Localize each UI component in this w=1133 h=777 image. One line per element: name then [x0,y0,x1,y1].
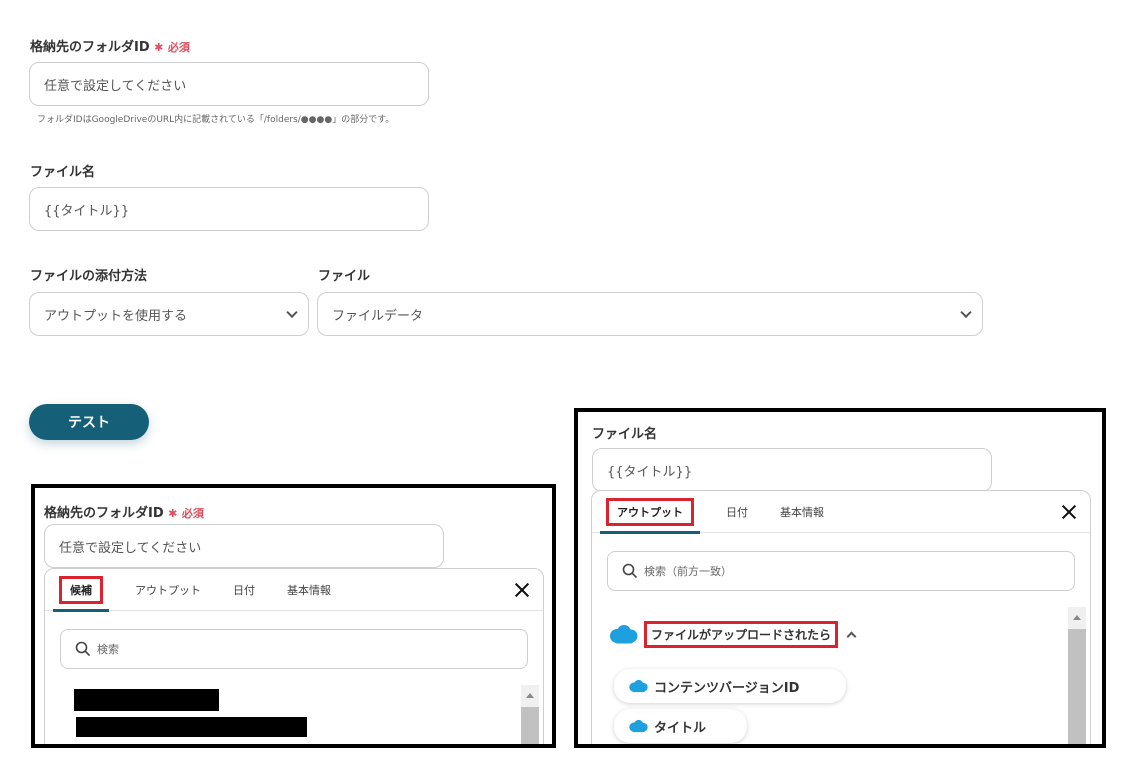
redacted-candidate [74,689,219,711]
file-name-label: ファイル名 [30,165,96,180]
tab-date[interactable]: 日付 [233,569,255,611]
chevron-down-icon [286,306,298,319]
tab-basic-info[interactable]: 基本情報 [780,491,824,533]
folder-id-hint: フォルダIDはGoogleDriveのURL内に記載されている「/folders… [37,115,395,125]
chevron-down-icon [960,306,972,319]
tab-output[interactable]: アウトプット [135,569,201,611]
required-text: 必須 [181,507,204,520]
scroll-up-icon[interactable] [526,693,534,698]
scrollbar-thumb[interactable] [1068,629,1086,744]
output-item-title[interactable]: タイトル [614,709,747,743]
file-name-input[interactable]: {{タイトル}} [29,187,429,231]
candidate-dropdown: 候補 アウトプット 日付 基本情報 検索 [44,568,544,744]
salesforce-cloud-icon [610,624,638,643]
output-search-input[interactable]: 検索（前方一致） [607,551,1075,591]
file-select[interactable]: ファイルデータ [317,292,983,336]
attach-method-select[interactable]: アウトプットを使用する [29,292,309,336]
output-dropdown: アウトプット 日付 基本情報 検索（前方一致） ファイルがアップロードされたら … [591,490,1091,744]
tab-date[interactable]: 日付 [726,491,748,533]
panel-folder-id-input[interactable]: 任意で設定してください [44,524,444,568]
salesforce-cloud-icon [629,719,648,732]
close-icon[interactable] [1060,503,1078,521]
panel-folder-id-label: 格納先のフォルダID ✱ 必須 [44,506,204,521]
required-mark: ✱ [168,507,178,520]
required-text: 必須 [167,41,190,54]
attach-method-label: ファイルの添付方法 [30,269,148,284]
panel-file-name-label: ファイル名 [592,427,658,442]
folder-id-label: 格納先のフォルダID ✱ 必須 [30,40,190,55]
panel-file-name-input[interactable]: {{タイトル}} [592,448,992,492]
dropdown-tabs: アウトプット 日付 基本情報 [592,491,1090,534]
scrollbar[interactable] [521,685,539,744]
scrollbar-thumb[interactable] [521,707,539,744]
test-button[interactable]: テスト [29,404,149,440]
file-label: ファイル [318,269,371,284]
tab-output[interactable]: アウトプット [600,491,700,534]
redacted-candidate [76,717,307,737]
scroll-up-icon[interactable] [1073,615,1081,620]
dropdown-tabs: 候補 アウトプット 日付 基本情報 [45,569,543,612]
tab-candidates[interactable]: 候補 [53,569,109,612]
output-group-title: ファイルがアップロードされたら [644,621,839,648]
chevron-up-icon[interactable] [846,631,857,642]
tab-basic-info[interactable]: 基本情報 [287,569,331,611]
output-panel: ファイル名 {{タイトル}} アウトプット 日付 基本情報 検索（前方一致） フ… [574,408,1106,748]
close-icon[interactable] [513,581,531,599]
output-group-header[interactable]: ファイルがアップロードされたら [608,621,857,648]
candidate-panel: 格納先のフォルダID ✱ 必須 任意で設定してください 候補 アウトプット 日付… [31,484,556,748]
required-mark: ✱ [154,41,164,54]
search-icon [75,641,91,657]
salesforce-cloud-icon [629,679,648,692]
folder-id-input[interactable]: 任意で設定してください [29,62,429,106]
search-icon [622,563,638,579]
output-item-content-version-id[interactable]: コンテンツバージョンID [614,669,846,703]
candidate-search-input[interactable]: 検索 [60,629,528,669]
scrollbar[interactable] [1068,607,1086,744]
